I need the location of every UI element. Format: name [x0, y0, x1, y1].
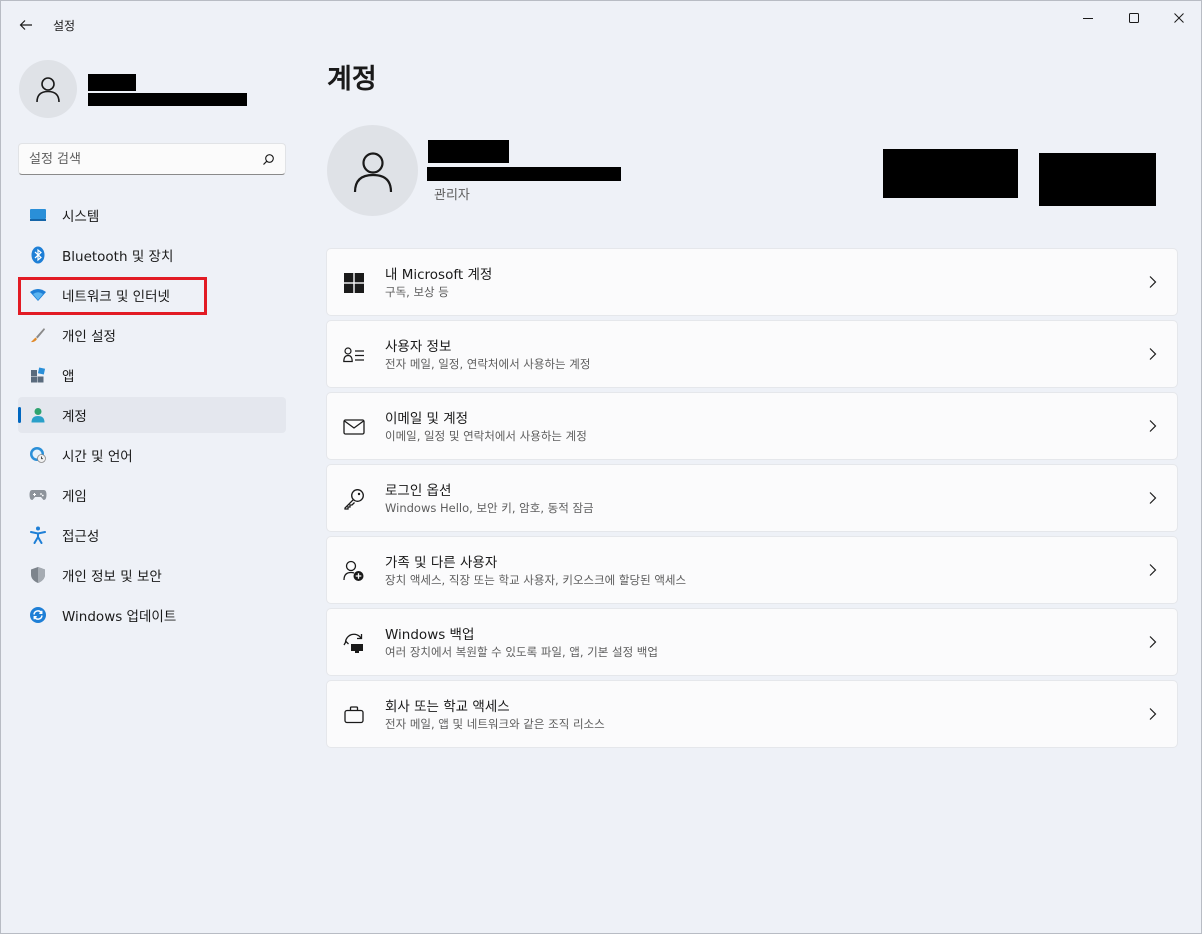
- apps-icon: [28, 365, 48, 385]
- chevron-right-icon: [1149, 420, 1157, 432]
- close-button[interactable]: [1156, 1, 1202, 35]
- windows-logo-icon: [343, 272, 365, 294]
- chevron-right-icon: [1149, 636, 1157, 648]
- settings-window: 설정 시스템: [0, 0, 1202, 934]
- close-icon: [1174, 13, 1184, 23]
- sidebar-item-label: 게임: [62, 489, 87, 505]
- redacted-user-name: [88, 74, 136, 91]
- sidebar-item-windows-update[interactable]: Windows 업데이트: [18, 597, 286, 633]
- search-input[interactable]: [29, 151, 262, 167]
- card-subtitle: 이메일, 일정 및 연락처에서 사용하는 계정: [385, 429, 587, 443]
- back-arrow-icon: [19, 20, 32, 30]
- sidebar-item-privacy[interactable]: 개인 정보 및 보안: [18, 557, 286, 593]
- card-subtitle: 전자 메일, 일정, 연락처에서 사용하는 계정: [385, 357, 591, 371]
- card-title: 회사 또는 학교 액세스: [385, 699, 510, 715]
- sidebar-item-network[interactable]: 네트워크 및 인터넷: [18, 277, 286, 313]
- window-title: 설정: [53, 19, 76, 33]
- maximize-button[interactable]: [1111, 1, 1157, 35]
- shield-icon: [28, 565, 48, 585]
- sidebar-item-accessibility[interactable]: 접근성: [18, 517, 286, 553]
- add-user-icon: [343, 560, 365, 582]
- sidebar-nav: 시스템 Bluetooth 및 장치 네트워크 및 인터넷 개인 설정 앱 계정…: [18, 197, 286, 637]
- backup-icon: [343, 632, 365, 654]
- sidebar-item-label: 앱: [62, 369, 75, 385]
- network-icon: [28, 285, 48, 305]
- minimize-button[interactable]: [1065, 1, 1111, 35]
- sidebar-item-gaming[interactable]: 게임: [18, 477, 286, 513]
- briefcase-icon: [343, 704, 365, 726]
- redacted-user-name: [428, 140, 509, 163]
- card-windows-backup[interactable]: Windows 백업 여러 장치에서 복원할 수 있도록 파일, 앱, 기본 설…: [326, 608, 1178, 676]
- chevron-right-icon: [1149, 564, 1157, 576]
- sidebar-item-label: 시간 및 언어: [62, 449, 133, 465]
- sidebar-item-label: 접근성: [62, 529, 100, 545]
- card-subtitle: 전자 메일, 앱 및 네트워크와 같은 조직 리소스: [385, 717, 605, 731]
- settings-card-list: 내 Microsoft 계정 구독, 보상 등 사용자 정보 전자 메일, 일정…: [326, 248, 1178, 752]
- account-icon: [28, 405, 48, 425]
- brush-icon: [28, 325, 48, 345]
- sidebar-item-system[interactable]: 시스템: [18, 197, 286, 233]
- accessibility-icon: [28, 525, 48, 545]
- card-sign-in-options[interactable]: 로그인 옵션 Windows Hello, 보안 키, 암호, 동적 잠금: [326, 464, 1178, 532]
- user-avatar[interactable]: [327, 125, 418, 216]
- gamepad-icon: [28, 485, 48, 505]
- card-subtitle: Windows Hello, 보안 키, 암호, 동적 잠금: [385, 501, 594, 515]
- search-box[interactable]: [18, 143, 286, 175]
- search-icon: [263, 153, 274, 165]
- sidebar-item-personalization[interactable]: 개인 설정: [18, 317, 286, 353]
- chevron-right-icon: [1149, 348, 1157, 360]
- sidebar-item-label: 개인 설정: [62, 329, 116, 345]
- sidebar-avatar[interactable]: [19, 60, 77, 118]
- sidebar-item-label: Windows 업데이트: [62, 609, 177, 625]
- redacted-button: [1039, 153, 1156, 206]
- sidebar-item-bluetooth[interactable]: Bluetooth 및 장치: [18, 237, 286, 273]
- redacted-button: [883, 149, 1018, 198]
- sidebar-item-label: 네트워크 및 인터넷: [62, 289, 170, 305]
- card-microsoft-account[interactable]: 내 Microsoft 계정 구독, 보상 등: [326, 248, 1178, 316]
- sidebar-item-accounts[interactable]: 계정: [18, 397, 286, 433]
- chevron-right-icon: [1149, 276, 1157, 288]
- sidebar-item-apps[interactable]: 앱: [18, 357, 286, 393]
- card-email-accounts[interactable]: 이메일 및 계정 이메일, 일정 및 연락처에서 사용하는 계정: [326, 392, 1178, 460]
- bluetooth-icon: [28, 245, 48, 265]
- card-subtitle: 장치 액세스, 직장 또는 학교 사용자, 키오스크에 할당된 액세스: [385, 573, 687, 587]
- redacted-user-email: [427, 167, 621, 181]
- card-title: 사용자 정보: [385, 339, 452, 355]
- title-bar: 설정: [1, 1, 1201, 49]
- time-language-icon: [28, 445, 48, 465]
- system-icon: [28, 205, 48, 225]
- user-role: 관리자: [434, 188, 470, 203]
- card-work-school-access[interactable]: 회사 또는 학교 액세스 전자 메일, 앱 및 네트워크와 같은 조직 리소스: [326, 680, 1178, 748]
- page-title: 계정: [327, 64, 377, 95]
- maximize-icon: [1129, 13, 1139, 23]
- user-info-icon: [343, 344, 365, 366]
- sidebar-item-label: Bluetooth 및 장치: [62, 249, 174, 265]
- back-button[interactable]: [11, 11, 41, 39]
- chevron-right-icon: [1149, 492, 1157, 504]
- mail-icon: [343, 416, 365, 438]
- person-icon: [36, 77, 60, 103]
- sidebar-item-label: 계정: [62, 409, 87, 425]
- card-user-info[interactable]: 사용자 정보 전자 메일, 일정, 연락처에서 사용하는 계정: [326, 320, 1178, 388]
- card-subtitle: 구독, 보상 등: [385, 285, 449, 299]
- card-title: 로그인 옵션: [385, 483, 452, 499]
- card-family-users[interactable]: 가족 및 다른 사용자 장치 액세스, 직장 또는 학교 사용자, 키오스크에 …: [326, 536, 1178, 604]
- card-subtitle: 여러 장치에서 복원할 수 있도록 파일, 앱, 기본 설정 백업: [385, 645, 658, 659]
- update-icon: [28, 605, 48, 625]
- minimize-icon: [1083, 18, 1093, 19]
- sidebar-item-label: 개인 정보 및 보안: [62, 569, 162, 585]
- redacted-user-email: [88, 93, 247, 106]
- card-title: Windows 백업: [385, 627, 475, 643]
- key-icon: [343, 488, 365, 510]
- card-title: 내 Microsoft 계정: [385, 267, 493, 283]
- person-icon: [353, 151, 392, 192]
- sidebar-item-label: 시스템: [62, 209, 100, 225]
- chevron-right-icon: [1149, 708, 1157, 720]
- sidebar-item-time-language[interactable]: 시간 및 언어: [18, 437, 286, 473]
- card-title: 이메일 및 계정: [385, 411, 469, 427]
- card-title: 가족 및 다른 사용자: [385, 555, 498, 571]
